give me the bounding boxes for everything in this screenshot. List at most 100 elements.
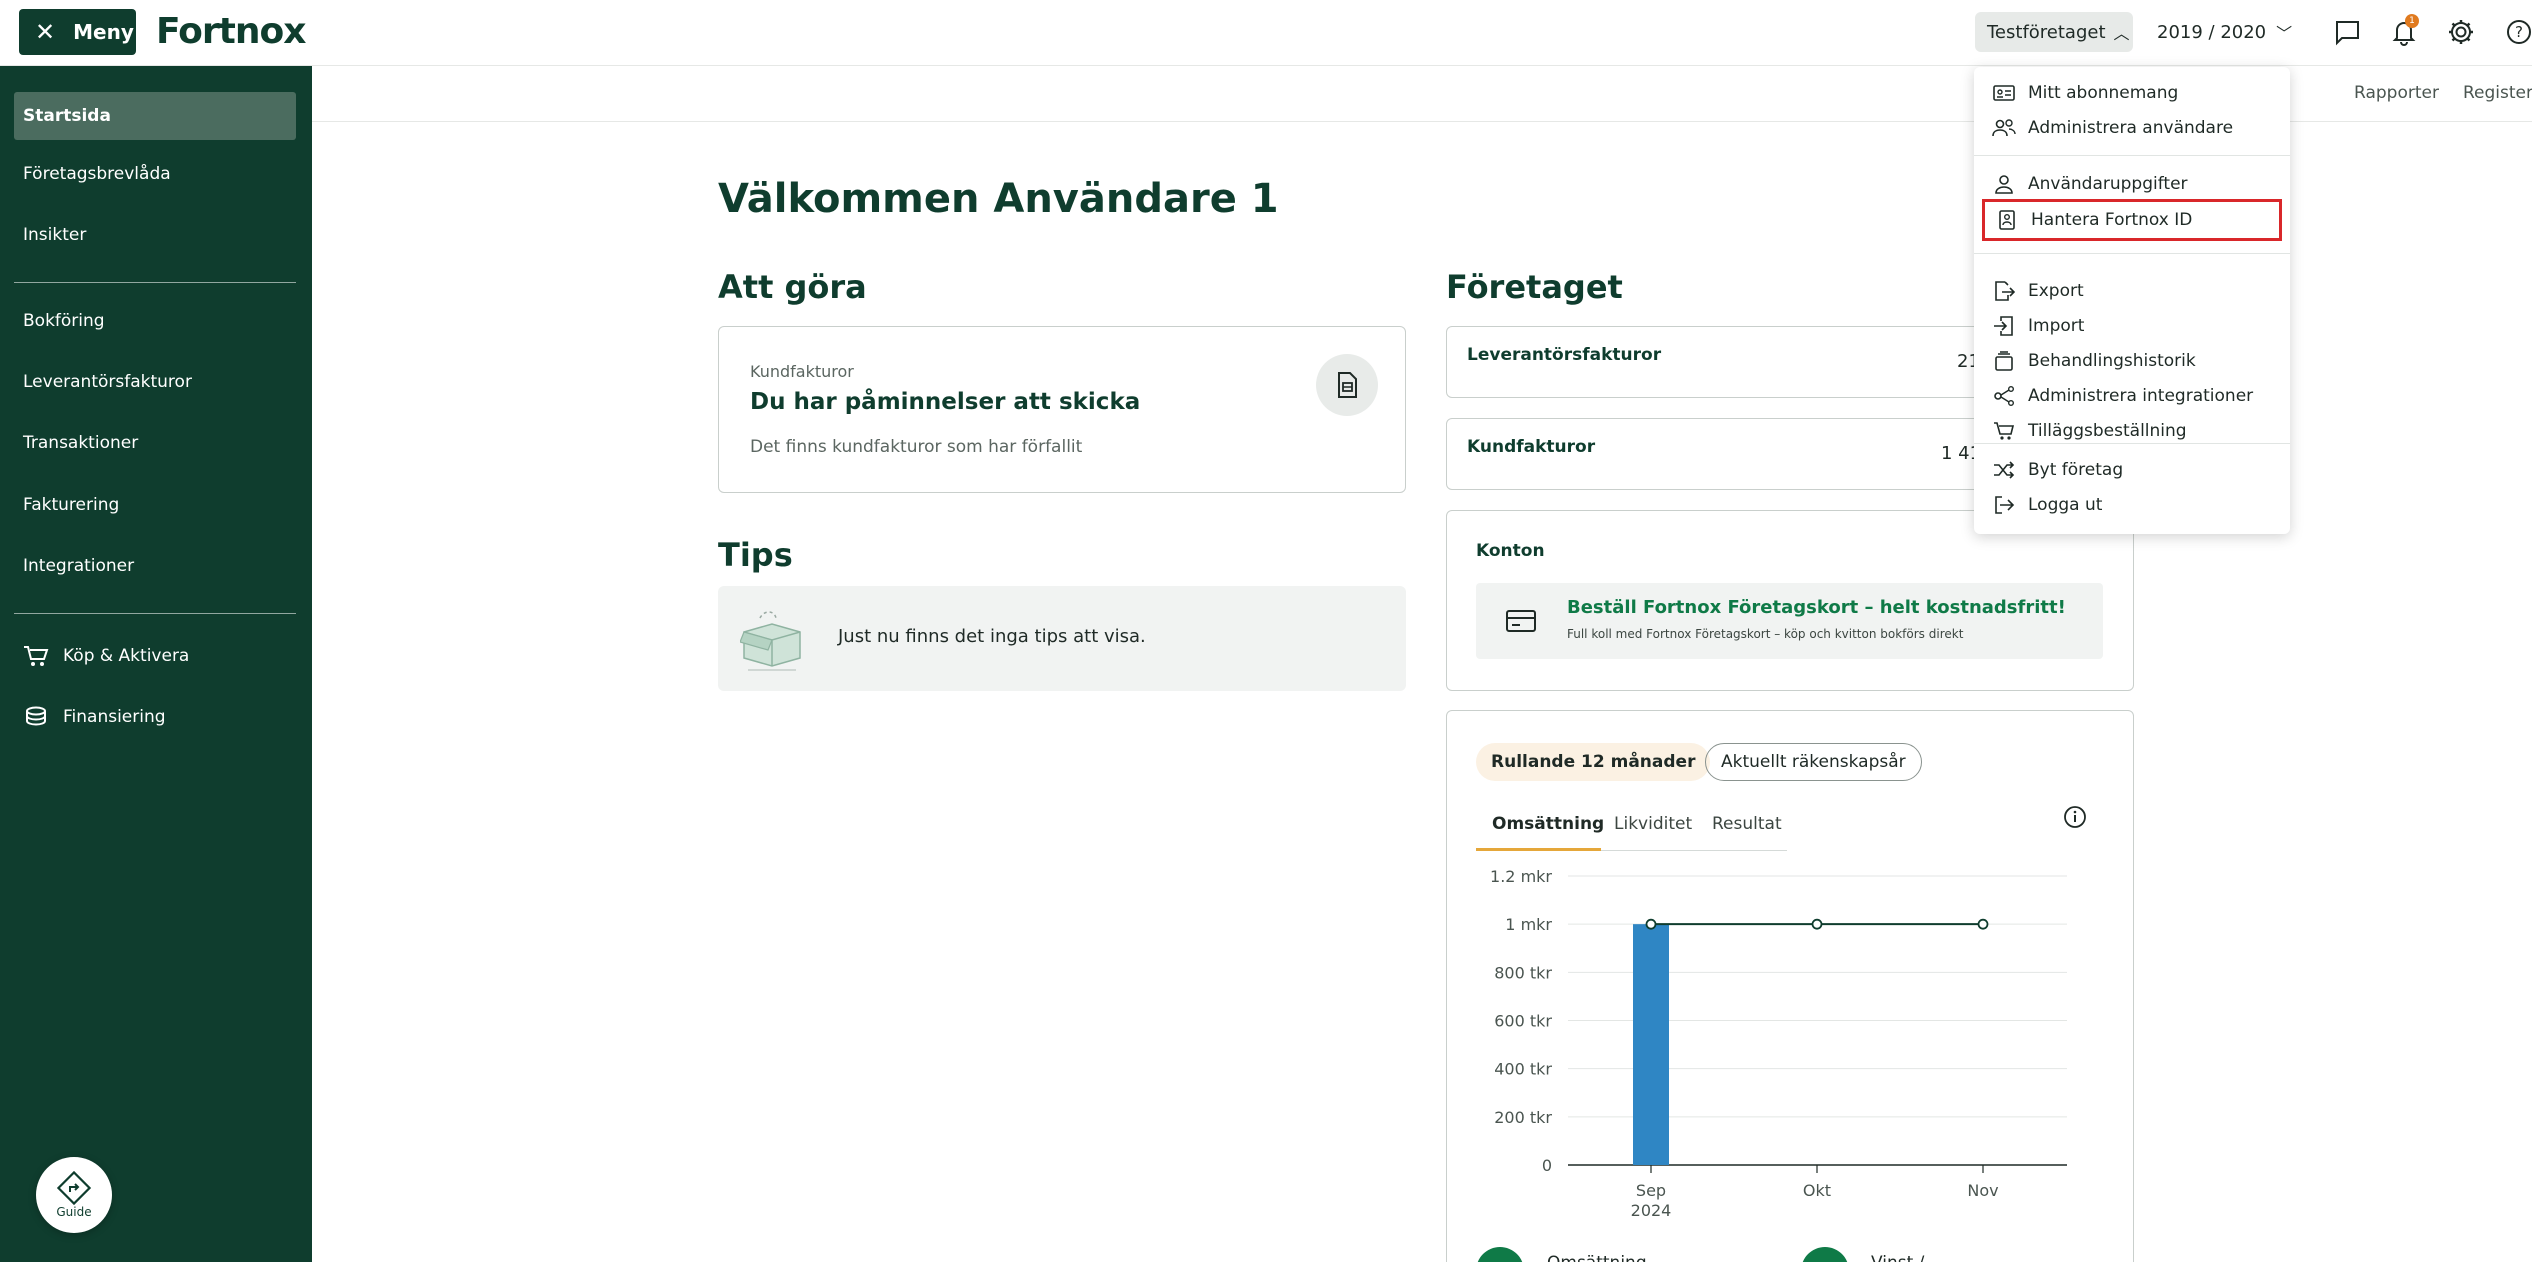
chevron-up-icon: ︿ [2113,24,2130,43]
sidebar-item-bokforing[interactable]: Bokföring [14,297,296,345]
empty-box-icon [740,611,801,671]
menu-item-label: Administrera integrationer [2028,386,2254,406]
credit-card-icon [1506,610,1536,632]
sidebar-item-label: Startsida [23,106,111,126]
menu-item-anvandaruppgifter[interactable]: Användaruppgifter [1992,167,2272,201]
sidebar-item-label: Bokföring [23,311,105,331]
menu-item-logga-ut[interactable]: Logga ut [1992,488,2272,522]
y-tick-label: 0 [1542,1156,1552,1175]
menu-item-administrera-anvandare[interactable]: Administrera användare [1992,111,2272,145]
menu-divider [1974,443,2290,444]
sidebar-divider [14,613,296,614]
todo-title: Du har påminnelser att skicka [750,389,1141,415]
fortnox-logo[interactable]: Fortnox [156,11,306,52]
subnav-register[interactable]: Register [2463,83,2532,103]
gear-icon[interactable] [2444,15,2478,49]
menu-item-mitt-abonnemang[interactable]: Mitt abonnemang [1992,76,2272,110]
tips-empty-text: Just nu finns det inga tips att visa. [838,626,1146,647]
legend-omsattning-label: Omsättning [1547,1253,1647,1262]
sidebar-divider [14,282,296,283]
tips-box: Just nu finns det inga tips att visa. [718,586,1406,691]
sidebar-item-insikter[interactable]: Insikter [14,211,296,259]
menu-button[interactable]: ✕ Meny [19,9,136,55]
legend-vinst-label: Vinst / [1871,1253,1924,1262]
menu-label: Meny [73,20,134,44]
menu-item-hantera-fortnox-id[interactable]: Hantera Fortnox ID [1982,199,2282,241]
bell-icon[interactable]: 1 [2387,14,2421,49]
tips-heading: Tips [718,536,793,574]
top-bar: ✕ Meny Fortnox Testföretaget ︿ 2019 / 20… [0,0,2532,66]
menu-item-byt-foretag[interactable]: Byt företag [1992,453,2272,487]
company-selector[interactable]: Testföretaget ︿ [1975,12,2133,52]
y-tick-label: 1.2 mkr [1490,867,1552,886]
promo-title: Beställ Fortnox Företagskort – helt kost… [1567,597,2066,618]
y-tick-label: 600 tkr [1494,1012,1552,1031]
sidebar-item-leverantorsfakturor[interactable]: Leverantörsfakturor [14,358,296,406]
subnav-rapporter[interactable]: Rapporter [2354,83,2439,103]
menu-item-export[interactable]: Export [1992,274,2272,308]
sidebar-item-integrationer[interactable]: Integrationer [14,542,296,590]
sidebar-item-label: Transaktioner [23,433,139,453]
company-dropdown-menu: Mitt abonnemang Administrera användare A… [1974,67,2290,534]
todo-card[interactable]: Kundfakturor Du har påminnelser att skic… [718,326,1406,493]
menu-item-administrera-integrationer[interactable]: Administrera integrationer [1992,379,2272,413]
sidebar-item-label: Köp & Aktivera [63,646,190,666]
supplier-invoices-label: Leverantörsfakturor [1467,345,1662,365]
todo-description: Det finns kundfakturor som har förfallit [750,437,1083,457]
page-title: Välkommen Användare 1 [718,176,1279,222]
sidebar-item-label: Leverantörsfakturor [23,372,192,392]
menu-item-label: Byt företag [2028,460,2124,480]
svg-text:?: ? [2515,23,2523,41]
guide-button[interactable]: Guide [36,1157,112,1233]
menu-item-label: Hantera Fortnox ID [2031,210,2193,230]
export-icon [1992,281,2016,301]
company-card-promo[interactable]: Beställ Fortnox Företagskort – helt kost… [1476,583,2103,659]
cart-icon [1992,421,2016,441]
coins-icon [23,705,51,729]
logout-icon [1992,495,2016,515]
sidebar-item-kop-aktivera[interactable]: Köp & Aktivera [14,632,296,680]
sidebar-item-finansiering[interactable]: Finansiering [14,693,296,741]
accounts-label: Konton [1476,541,1545,561]
chart-card: Rullande 12 månader Aktuellt räkenskapså… [1446,710,2134,1262]
x-tick-label: 2024 [1631,1201,1672,1220]
todo-category: Kundfakturor [750,362,854,381]
sidebar-item-transaktioner[interactable]: Transaktioner [14,419,296,467]
chat-icon[interactable] [2330,15,2364,49]
sidebar-item-label: Fakturering [23,495,120,515]
company-name: Testföretaget [1987,21,2106,43]
document-icon [1316,354,1378,416]
line-point [1811,918,1823,930]
cart-icon [23,644,51,668]
line-point [1977,918,1989,930]
menu-item-label: Logga ut [2028,495,2103,515]
help-icon[interactable]: ? [2502,15,2532,49]
sidebar-item-startsida[interactable]: Startsida [14,92,296,140]
y-tick-label: 1 mkr [1505,915,1552,934]
menu-item-label: Export [2028,281,2084,301]
sidebar-item-label: Integrationer [23,556,135,576]
id-card-icon [1992,84,2016,102]
x-tick-label: Okt [1803,1181,1831,1200]
sidebar-item-fakturering[interactable]: Fakturering [14,481,296,529]
sidebar-item-label: Insikter [23,225,87,245]
chevron-down-icon: ﹀ [2276,24,2293,43]
sidebar-item-label: Finansiering [63,707,166,727]
fiscal-year-selector[interactable]: 2019 / 2020 ﹀ [2157,12,2292,52]
close-icon: ✕ [35,18,56,46]
menu-item-label: Användaruppgifter [2028,174,2188,194]
sidebar-item-foretagsbrevlada[interactable]: Företagsbrevlåda [14,150,296,198]
menu-item-label: Administrera användare [2028,118,2234,138]
import-icon [1992,316,2016,336]
y-tick-label: 800 tkr [1494,963,1552,982]
users-icon [1992,118,2016,138]
promo-subtitle: Full koll med Fortnox Företagskort – köp… [1567,627,1964,641]
signpost-icon [57,1171,91,1205]
company-heading: Företaget [1446,268,1623,306]
menu-item-behandlingshistorik[interactable]: Behandlingshistorik [1992,344,2272,378]
fiscal-year: 2019 / 2020 [2157,21,2267,43]
menu-item-import[interactable]: Import [1992,309,2272,343]
accounts-card: Konton Beställ Fortnox Företagskort – he… [1446,510,2134,691]
menu-divider [1974,155,2290,156]
x-tick-label: Sep [1636,1181,1666,1200]
